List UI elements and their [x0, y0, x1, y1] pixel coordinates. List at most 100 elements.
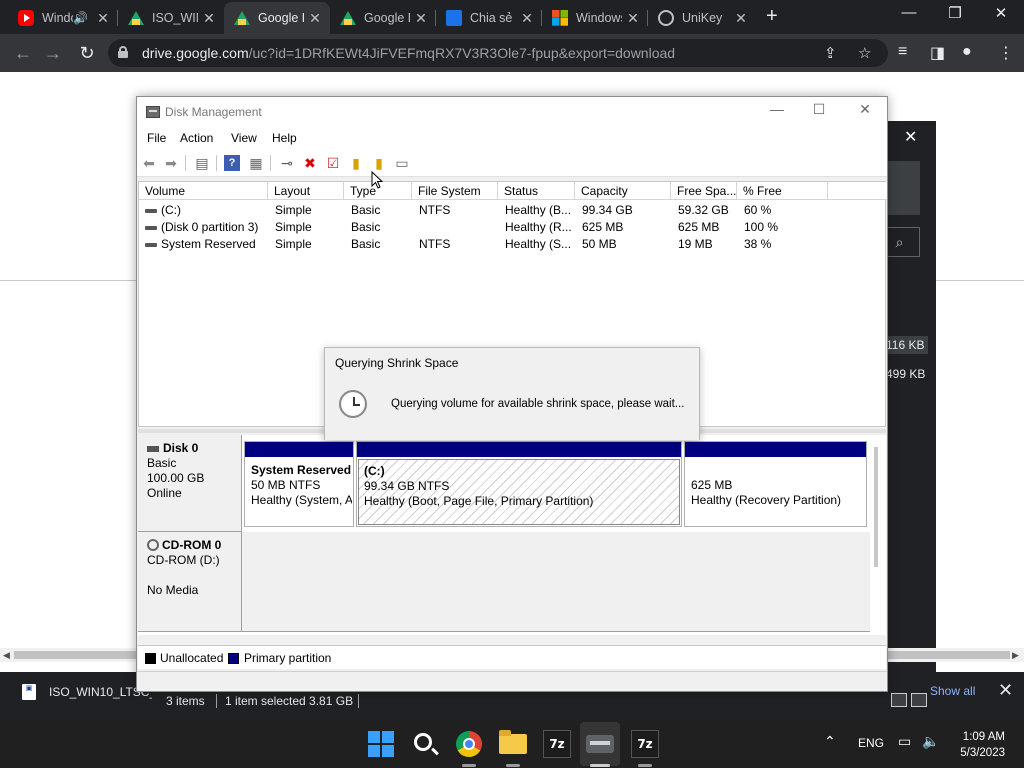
tab-close-icon[interactable]: ✕ [92, 10, 114, 27]
tab-youtube[interactable]: Windows 🔊 ✕ [8, 2, 118, 34]
menu-action[interactable]: Action [180, 131, 213, 145]
bookmark-star-icon[interactable]: ☆ [858, 44, 871, 62]
tab-unikey[interactable]: UniKey ✕ [648, 2, 756, 34]
tab-close-icon[interactable]: ✕ [198, 10, 220, 27]
column-free-space[interactable]: Free Spa... [671, 182, 737, 200]
column-volume[interactable]: Volume [139, 182, 268, 200]
dialog-title: Querying Shrink Space [335, 356, 459, 370]
folder-up-icon[interactable]: ▮ [348, 155, 364, 171]
tab-close-icon[interactable]: ✕ [304, 10, 326, 27]
speaker-icon[interactable]: 🔊 [73, 11, 88, 25]
connect-icon[interactable]: ⊸ [279, 155, 295, 171]
details-view-icon[interactable] [891, 693, 907, 707]
vertical-scrollbar[interactable] [874, 447, 878, 567]
partition-c-drive[interactable]: (C:) 99.34 GB NTFS Healthy (Boot, Page F… [356, 441, 682, 527]
search-icon[interactable] [414, 733, 432, 751]
disk-0-info[interactable]: Disk 0 Basic 100.00 GB Online [138, 435, 242, 532]
tab-title: Windows [42, 11, 73, 25]
file-explorer-icon[interactable] [499, 730, 527, 754]
help-icon[interactable]: ? [224, 155, 240, 171]
search-folder-icon[interactable]: ▮ [371, 155, 387, 171]
column-file-system[interactable]: File System [412, 182, 498, 200]
volume-drive-icon [145, 242, 157, 247]
delete-icon[interactable]: ✖ [302, 155, 318, 171]
browser-toolbar: ← → ↻ drive.google.com/uc?id=1DRfKEWt4Ji… [0, 34, 1024, 72]
menu-view[interactable]: View [231, 131, 257, 145]
close-icon[interactable]: ✕ [904, 127, 917, 147]
language-indicator[interactable]: ENG [858, 736, 884, 750]
forward-arrow-icon[interactable]: → [40, 40, 66, 66]
media-control-icon[interactable]: ≡ [898, 43, 907, 61]
reload-icon[interactable]: ↻ [74, 40, 100, 66]
column-status[interactable]: Status [498, 182, 575, 200]
window-title: Disk Management [165, 105, 262, 119]
new-tab-button[interactable]: + [766, 5, 778, 28]
tab-title: ISO_WIN10 [152, 11, 198, 25]
tab-google-drive[interactable]: Google Drive ✕ [330, 2, 436, 34]
volume-icon[interactable]: 🔈 [922, 733, 939, 750]
tab-close-icon[interactable]: ✕ [410, 10, 432, 27]
tab-title: Google Drive [364, 11, 410, 25]
window-status-bar [137, 671, 887, 691]
back-icon[interactable]: ⬅ [141, 155, 157, 171]
menu-help[interactable]: Help [272, 131, 297, 145]
side-panel-icon[interactable]: ◨ [930, 43, 945, 63]
close-window-icon[interactable]: ✕ [978, 4, 1024, 22]
lock-icon[interactable] [118, 46, 128, 58]
start-windows-icon[interactable] [368, 731, 394, 757]
show-hide-console-tree-icon[interactable]: ▤ [194, 155, 210, 171]
chevron-up-icon[interactable]: ⌃ [824, 733, 836, 750]
taskbar-clock[interactable]: 1:09 AM 5/3/2023 [957, 729, 1005, 761]
close-icon[interactable]: ✕ [851, 101, 879, 118]
profile-icon[interactable]: ● [962, 43, 972, 61]
maximize-icon[interactable]: ☐ [805, 101, 833, 118]
scroll-left-icon[interactable]: ◀ [3, 648, 10, 662]
restore-icon[interactable]: ❐ [932, 4, 978, 22]
tab-close-icon[interactable]: ✕ [622, 10, 644, 27]
explorer-status-bar: 3 items 1 item selected 3.81 GB [152, 690, 888, 712]
table-row[interactable]: (Disk 0 partition 3) Simple Basic Health… [139, 219, 887, 236]
tab-title: Chia sẻ [470, 11, 513, 25]
legend-unallocated: Unallocated [160, 651, 224, 665]
forward-icon[interactable]: ➡ [163, 155, 179, 171]
column-percent-free[interactable]: % Free [737, 182, 828, 200]
partition-system-reserved[interactable]: System Reserved 50 MB NTFS Healthy (Syst… [244, 441, 354, 527]
tab-close-icon[interactable]: ✕ [516, 10, 538, 27]
network-icon[interactable]: ▭ [898, 733, 911, 750]
disk-management-taskbar-icon[interactable] [586, 735, 614, 753]
scroll-right-icon[interactable]: ▶ [1012, 648, 1019, 662]
back-arrow-icon[interactable]: ← [10, 40, 36, 66]
tab-close-icon[interactable]: ✕ [730, 10, 752, 27]
column-layout[interactable]: Layout [268, 182, 344, 200]
tab-chia-se[interactable]: Chia sẻ ✕ [436, 2, 542, 34]
tab-iso-win10[interactable]: ISO_WIN10 ✕ [118, 2, 224, 34]
globe-icon [658, 10, 674, 26]
column-capacity[interactable]: Capacity [575, 182, 671, 200]
menu-kebab-icon[interactable]: ⋮ [998, 43, 1014, 63]
share-page-icon[interactable]: ⇪ [824, 44, 837, 62]
tab-google-drive-active[interactable]: Google Drive ✕ [224, 2, 330, 34]
7zip-icon[interactable]: 7z [543, 730, 571, 758]
chrome-icon[interactable] [456, 731, 482, 757]
close-icon[interactable]: ✕ [998, 680, 1013, 701]
show-all-button[interactable]: Show all [930, 684, 975, 698]
7zip-icon[interactable]: 7z [631, 730, 659, 758]
tiles-view-icon[interactable] [911, 693, 927, 707]
menu-file[interactable]: File [147, 131, 166, 145]
partition-recovery[interactable]: 625 MB Healthy (Recovery Partition) [684, 441, 867, 527]
legend-primary-partition: Primary partition [244, 651, 332, 665]
share-icon [446, 10, 462, 26]
tab-title: UniKey [682, 11, 723, 25]
table-row[interactable]: (C:) Simple Basic NTFS Healthy (B... 99.… [139, 202, 887, 219]
properties-icon[interactable]: ▦ [248, 155, 264, 171]
tab-windows[interactable]: Windows ✕ [542, 2, 648, 34]
table-row[interactable]: System Reserved Simple Basic NTFS Health… [139, 236, 887, 253]
address-bar[interactable]: drive.google.com/uc?id=1DRfKEWt4JiFVEFmq… [108, 39, 888, 67]
disk-management-icon [146, 106, 160, 118]
minimize-icon[interactable]: — [886, 4, 932, 21]
minimize-icon[interactable]: — [763, 101, 791, 117]
youtube-icon [18, 10, 34, 26]
check-icon[interactable]: ☑ [325, 155, 341, 171]
list-view-icon[interactable]: ▭ [394, 155, 410, 171]
cdrom-0-info[interactable]: CD-ROM 0 CD-ROM (D:) No Media [138, 532, 242, 632]
